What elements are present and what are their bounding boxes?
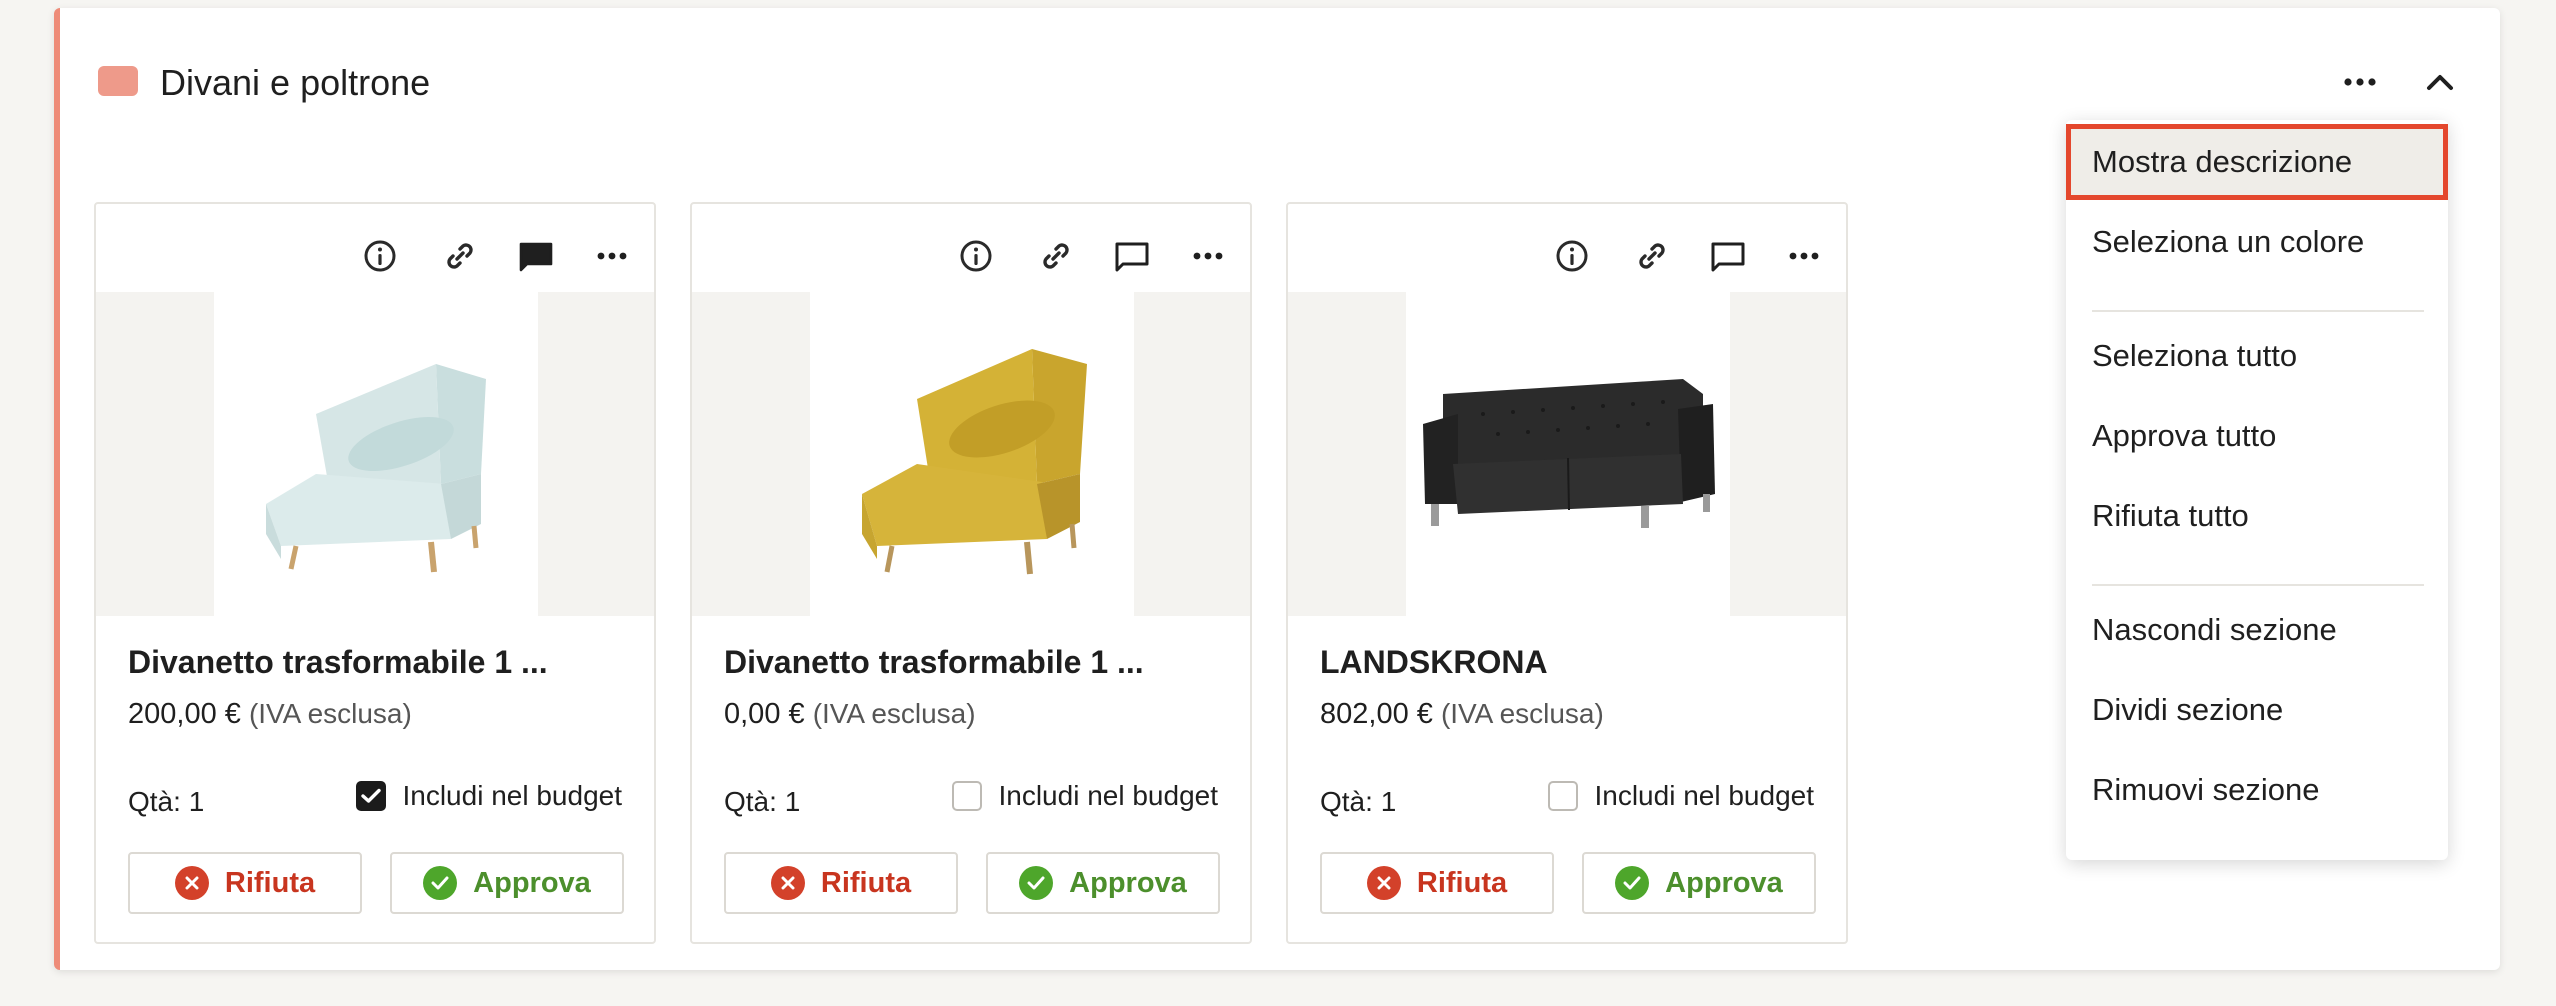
black-leather-sofa-image (1423, 379, 1715, 528)
check-icon (361, 788, 382, 803)
approve-button[interactable]: Approva (986, 852, 1220, 914)
comment-icon (1115, 242, 1149, 272)
info-icon (1556, 240, 1588, 272)
product-price: 0,00 € (IVA esclusa) (724, 698, 976, 731)
product-price: 200,00 € (IVA esclusa) (128, 698, 412, 731)
menu-item-show-description[interactable]: Mostra descrizione (2066, 124, 2448, 200)
quantity-label: Qtà: 1 (724, 786, 801, 817)
product-card: Divanetto trasformabile 1 ... 0,00 € (IV… (690, 202, 1252, 944)
include-budget-toggle[interactable]: Includi nel budget (356, 780, 622, 812)
budget-checkbox[interactable] (952, 781, 983, 811)
menu-item-hide-section[interactable]: Nascondi sezione (2066, 592, 2448, 668)
section-collapse-button[interactable] (2410, 52, 2470, 112)
comment-icon (519, 242, 553, 272)
section-color-swatch[interactable] (98, 66, 138, 96)
include-budget-toggle[interactable]: Includi nel budget (952, 780, 1218, 812)
sofa-bed-light-blue-image (266, 364, 486, 573)
link-button[interactable] (1624, 228, 1680, 284)
vat-note: (IVA esclusa) (248, 698, 412, 729)
menu-item-select-color[interactable]: Seleziona un colore (2066, 204, 2448, 280)
product-price: 802,00 € (IVA esclusa) (1320, 698, 1604, 731)
product-photo (214, 292, 538, 616)
more-horizontal-icon (597, 252, 627, 260)
reject-label: Rifiuta (820, 866, 912, 899)
section-panel: Divani e poltrone Divanetto trasformabil… (54, 8, 2500, 970)
section-title: Divani e poltrone (160, 62, 431, 103)
card-more-button[interactable] (584, 228, 640, 284)
chevron-up-icon (2427, 75, 2453, 90)
comment-icon (1711, 242, 1745, 272)
approve-label: Approva (1665, 866, 1783, 899)
product-name[interactable]: Divanetto trasformabile 1 ... (128, 644, 548, 681)
card-more-button[interactable] (1180, 228, 1236, 284)
product-photo (1406, 292, 1730, 616)
reject-label: Rifiuta (1416, 866, 1508, 899)
approve-icon (1615, 866, 1650, 900)
comment-button[interactable] (508, 228, 564, 284)
info-icon (960, 240, 992, 272)
info-button[interactable] (352, 228, 408, 284)
more-horizontal-icon (2344, 78, 2376, 86)
menu-divider (2092, 584, 2424, 586)
card-more-button[interactable] (1776, 228, 1832, 284)
budget-label: Includi nel budget (1594, 780, 1814, 811)
link-icon (1043, 243, 1069, 269)
link-icon (447, 243, 473, 269)
budget-label: Includi nel budget (402, 780, 622, 811)
product-card: LANDSKRONA 802,00 € (IVA esclusa) Qtà: 1… (1286, 202, 1848, 944)
approve-label: Approva (473, 866, 591, 899)
reject-icon (174, 866, 209, 900)
info-button[interactable] (1544, 228, 1600, 284)
product-image-area[interactable] (1288, 292, 1846, 616)
comment-button[interactable] (1700, 228, 1756, 284)
reject-button[interactable]: Rifiuta (128, 852, 362, 914)
menu-item-select-all[interactable]: Seleziona tutto (2066, 318, 2448, 394)
reject-icon (770, 866, 805, 900)
quantity-label: Qtà: 1 (128, 786, 205, 817)
approve-button[interactable]: Approva (1582, 852, 1816, 914)
include-budget-toggle[interactable]: Includi nel budget (1548, 780, 1814, 812)
menu-item-approve-all[interactable]: Approva tutto (2066, 398, 2448, 474)
menu-divider (2092, 310, 2424, 312)
approve-icon (1019, 866, 1054, 900)
approve-button[interactable]: Approva (390, 852, 624, 914)
product-image-area[interactable] (96, 292, 654, 616)
vat-note: (IVA esclusa) (1440, 698, 1604, 729)
price-value: 802,00 € (1320, 698, 1433, 730)
link-button[interactable] (432, 228, 488, 284)
info-icon (364, 240, 396, 272)
budget-checkbox[interactable] (356, 781, 387, 811)
reject-label: Rifiuta (224, 866, 316, 899)
section-more-button[interactable] (2330, 52, 2390, 112)
link-button[interactable] (1028, 228, 1084, 284)
reject-button[interactable]: Rifiuta (1320, 852, 1554, 914)
budget-checkbox[interactable] (1548, 781, 1579, 811)
reject-button[interactable]: Rifiuta (724, 852, 958, 914)
comment-button[interactable] (1104, 228, 1160, 284)
sofa-bed-mustard-image (862, 349, 1087, 575)
product-photo (810, 292, 1134, 616)
vat-note: (IVA esclusa) (812, 698, 976, 729)
menu-item-split-section[interactable]: Dividi sezione (2066, 672, 2448, 748)
budget-label: Includi nel budget (998, 780, 1218, 811)
product-image-area[interactable] (692, 292, 1250, 616)
product-name[interactable]: LANDSKRONA (1320, 644, 1548, 681)
price-value: 200,00 € (128, 698, 241, 730)
section-options-menu: Mostra descrizione Seleziona un colore S… (2066, 120, 2448, 860)
product-card: Divanetto trasformabile 1 ... 200,00 € (… (94, 202, 656, 944)
price-value: 0,00 € (724, 698, 805, 730)
approve-icon (423, 866, 458, 900)
more-horizontal-icon (1193, 252, 1223, 260)
link-icon (1639, 243, 1665, 269)
info-button[interactable] (948, 228, 1004, 284)
more-horizontal-icon (1789, 252, 1819, 260)
approve-label: Approva (1069, 866, 1187, 899)
quantity-label: Qtà: 1 (1320, 786, 1397, 817)
menu-item-remove-section[interactable]: Rimuovi sezione (2066, 752, 2448, 828)
menu-item-reject-all[interactable]: Rifiuta tutto (2066, 478, 2448, 554)
product-name[interactable]: Divanetto trasformabile 1 ... (724, 644, 1144, 681)
reject-icon (1366, 866, 1401, 900)
